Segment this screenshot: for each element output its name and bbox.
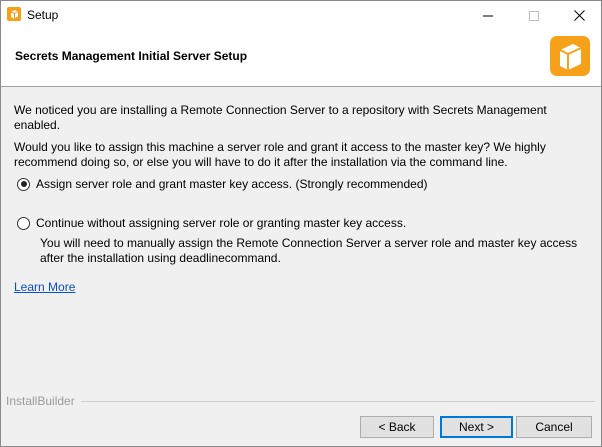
cube-logo-icon (550, 36, 590, 76)
option-assign-role[interactable]: Assign server role and grant master key … (17, 177, 428, 191)
option-skip-role[interactable]: Continue without assigning server role o… (17, 216, 406, 230)
minimize-button[interactable] (465, 1, 511, 30)
radio-assign-role[interactable] (17, 177, 30, 191)
option-skip-role-label: Continue without assigning server role o… (36, 216, 407, 230)
option-skip-note: You will need to manually assign the Rem… (40, 236, 578, 265)
back-button[interactable]: < Back (360, 416, 434, 438)
notice-text: We noticed you are installing a Remote C… (14, 103, 547, 132)
window-title: Setup (27, 8, 59, 22)
learn-more-link[interactable]: Learn More (14, 280, 75, 294)
question-text: Would you like to assign this machine a … (14, 140, 546, 169)
installbuilder-brand: InstallBuilder (6, 394, 75, 408)
app-cube-icon (7, 7, 21, 21)
close-icon (573, 10, 585, 21)
page-header: Secrets Management Initial Server Setup (1, 30, 601, 87)
setup-window: Setup Secrets Management Initial Server … (0, 0, 602, 447)
close-button[interactable] (556, 1, 601, 30)
next-button[interactable]: Next > (440, 416, 513, 438)
radio-skip-role[interactable] (17, 216, 30, 230)
title-bar: Setup (1, 1, 601, 30)
maximize-button[interactable] (511, 1, 557, 30)
maximize-icon (529, 10, 539, 21)
cancel-button[interactable]: Cancel (516, 416, 592, 438)
footer-divider (81, 401, 595, 402)
page-title: Secrets Management Initial Server Setup (15, 49, 248, 63)
minimize-icon (483, 15, 493, 16)
option-assign-role-label: Assign server role and grant master key … (36, 177, 428, 191)
